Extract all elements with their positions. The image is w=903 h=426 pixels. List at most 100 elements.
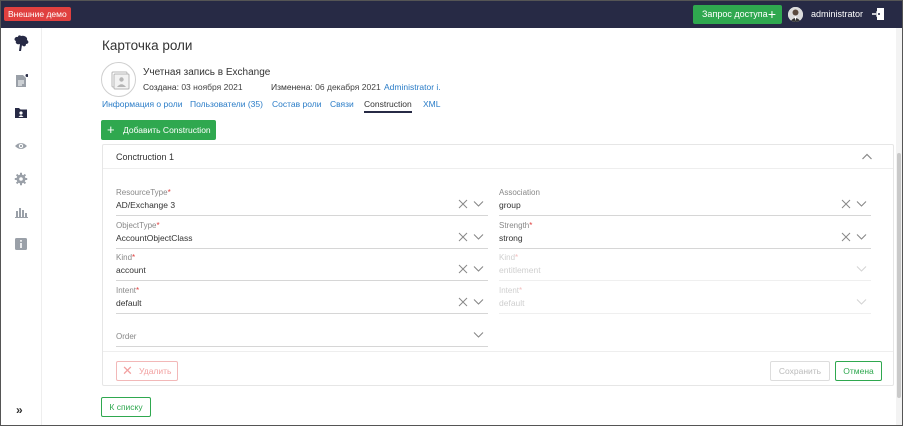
add-construction-label: Добавить Construction xyxy=(123,125,211,135)
chevron-down-icon[interactable] xyxy=(473,233,484,241)
resource-type-select[interactable]: ResourceType* AD/Exchange 3 xyxy=(116,188,488,216)
clear-icon[interactable] xyxy=(458,264,468,274)
changed-label: Изменена: xyxy=(271,82,313,92)
association-label: Association xyxy=(499,188,540,197)
clear-icon[interactable] xyxy=(841,199,851,209)
sidebar: » xyxy=(1,28,42,425)
object-type-select[interactable]: ObjectType* AccountObjectClass xyxy=(116,221,488,249)
chevron-down-icon[interactable] xyxy=(473,265,484,273)
username[interactable]: administrator xyxy=(811,9,863,19)
scrollbar-thumb[interactable] xyxy=(897,153,901,398)
clear-icon[interactable] xyxy=(458,297,468,307)
changed-by-link[interactable]: Administrator i. xyxy=(384,82,441,92)
intent-value-disabled: default xyxy=(499,298,525,308)
strength-label: Strength* xyxy=(499,221,533,230)
tab-users[interactable]: Пользователи (35) xyxy=(190,99,263,109)
logout-icon[interactable] xyxy=(871,7,885,21)
eye-icon[interactable] xyxy=(14,139,28,153)
page-title: Карточка роли xyxy=(102,38,193,53)
chevron-down-icon xyxy=(856,299,867,305)
field-underline xyxy=(116,280,488,281)
role-picture-icon xyxy=(111,71,130,90)
back-to-list-button[interactable]: К списку xyxy=(101,397,151,417)
order-label: Order xyxy=(116,332,137,341)
field-underline xyxy=(499,215,871,216)
created-info: Создана: 03 ноября 2021 xyxy=(143,82,243,92)
association-select[interactable]: Association group xyxy=(499,188,871,216)
role-avatar xyxy=(101,62,136,97)
intent-select-disabled: Intent* default xyxy=(499,286,871,314)
tab-xml[interactable]: XML xyxy=(423,99,440,109)
kind-select[interactable]: Kind* account xyxy=(116,253,488,281)
chevron-up-icon[interactable] xyxy=(861,151,873,163)
field-underline xyxy=(499,313,871,314)
field-underline xyxy=(116,313,488,314)
chevron-down-icon[interactable] xyxy=(856,233,867,241)
expand-sidebar-button[interactable]: » xyxy=(16,403,23,417)
tab-role-composition[interactable]: Состав роли xyxy=(272,99,322,109)
kind-select-disabled: Kind* entitlement xyxy=(499,253,871,281)
resource-type-label: ResourceType* xyxy=(116,188,171,197)
construction-header[interactable]: Cоnctruction 1 xyxy=(103,145,893,169)
clear-icon[interactable] xyxy=(458,232,468,242)
demo-badge[interactable]: Внешние демо xyxy=(4,7,71,21)
clear-icon[interactable] xyxy=(841,232,851,242)
add-construction-button[interactable]: + Добавить Construction xyxy=(101,120,216,140)
card-divider xyxy=(103,351,893,352)
plus-icon: + xyxy=(767,6,776,22)
close-icon: ✕ xyxy=(122,363,133,378)
scrollbar[interactable] xyxy=(896,28,902,425)
changed-info: Изменена: 06 декабря 2021 xyxy=(271,82,381,92)
role-name: Учетная запись в Exchange xyxy=(143,67,271,78)
strength-select[interactable]: Strength* strong xyxy=(499,221,871,249)
intent-value: default xyxy=(116,298,142,308)
tab-links[interactable]: Связи xyxy=(330,99,354,109)
cancel-button[interactable]: Отмена xyxy=(835,361,882,381)
field-underline xyxy=(499,280,871,281)
resource-type-value: AD/Exchange 3 xyxy=(116,200,176,210)
strength-value: strong xyxy=(499,233,523,243)
save-button[interactable]: Сохранить xyxy=(770,361,830,381)
created-label: Создана: xyxy=(143,82,179,92)
logo-icon[interactable] xyxy=(13,35,30,52)
delete-button[interactable]: ✕ Удалить xyxy=(116,361,178,381)
changed-value: 06 декабря 2021 xyxy=(315,82,381,92)
association-value: group xyxy=(499,200,521,210)
intent-select[interactable]: Intent* default xyxy=(116,286,488,314)
object-type-label: ObjectType* xyxy=(116,221,160,230)
order-select[interactable]: Order xyxy=(116,319,488,347)
gear-icon[interactable] xyxy=(14,172,28,186)
request-access-button[interactable]: Запрос доступа + xyxy=(693,5,782,24)
chevron-down-icon[interactable] xyxy=(856,200,867,208)
plus-icon: + xyxy=(107,122,115,137)
field-underline xyxy=(499,248,871,249)
info-icon[interactable] xyxy=(14,237,28,251)
intent-label: Intent* xyxy=(116,286,140,295)
chevron-down-icon[interactable] xyxy=(473,200,484,208)
delete-label: Удалить xyxy=(139,366,172,376)
chart-icon[interactable] xyxy=(14,205,28,219)
field-underline xyxy=(116,248,488,249)
request-access-label: Запрос доступа xyxy=(702,9,768,19)
avatar[interactable] xyxy=(788,7,803,22)
tab-role-info[interactable]: Информация о роли xyxy=(102,99,182,109)
tab-construction[interactable]: Construction xyxy=(364,99,412,113)
chevron-down-icon[interactable] xyxy=(473,331,484,339)
clear-icon[interactable] xyxy=(458,199,468,209)
created-value: 03 ноября 2021 xyxy=(181,82,243,92)
user-photo-icon xyxy=(788,7,803,22)
chevron-down-icon xyxy=(856,266,867,272)
app-window: Внешние демо Запрос доступа + administra… xyxy=(0,0,903,426)
object-type-value: AccountObjectClass xyxy=(116,233,193,243)
kind-value: account xyxy=(116,265,146,275)
kind-value-disabled: entitlement xyxy=(499,265,541,275)
document-icon[interactable] xyxy=(14,74,28,88)
roles-icon[interactable] xyxy=(14,106,28,120)
chevron-down-icon[interactable] xyxy=(473,298,484,306)
top-bar: Внешние демо Запрос доступа + administra… xyxy=(1,1,902,28)
field-underline xyxy=(116,346,488,347)
construction-card: Cоnctruction 1 ResourceType* AD/Exchange… xyxy=(102,144,894,386)
construction-title: Cоnctruction 1 xyxy=(116,152,175,162)
intent-label-disabled: Intent* xyxy=(499,286,523,295)
kind-label: Kind* xyxy=(116,253,136,262)
